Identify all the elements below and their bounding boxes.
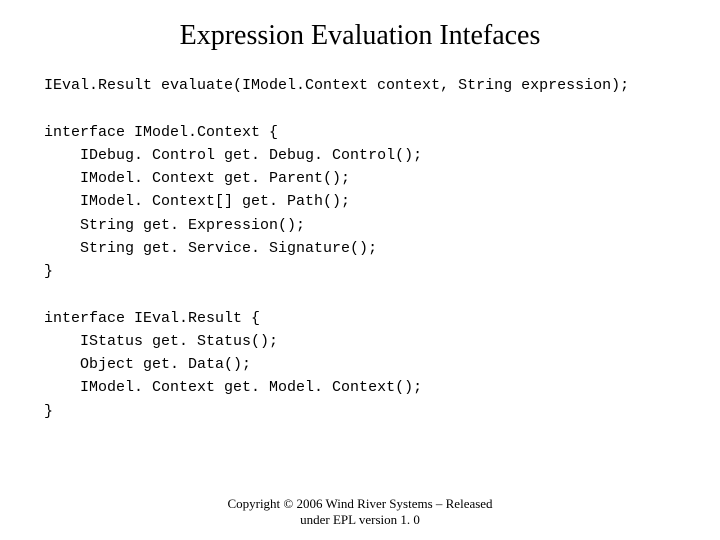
code-line: String get. Service. Signature();: [80, 240, 377, 257]
code-line: Object get. Data();: [80, 356, 251, 373]
code-line: }: [44, 403, 53, 420]
footer-line: Copyright © 2006 Wind River Systems – Re…: [0, 496, 720, 512]
code-block: IEval.Result evaluate(IModel.Context con…: [0, 60, 720, 423]
code-line: IStatus get. Status();: [80, 333, 278, 350]
code-line: interface IModel.Context {: [44, 124, 278, 141]
code-line: }: [44, 263, 53, 280]
slide-title: Expression Evaluation Intefaces: [0, 0, 720, 60]
code-line: IDebug. Control get. Debug. Control();: [80, 147, 422, 164]
footer-line: under EPL version 1. 0: [0, 512, 720, 528]
slide: Expression Evaluation Intefaces IEval.Re…: [0, 0, 720, 540]
code-line: IEval.Result evaluate(IModel.Context con…: [44, 77, 629, 94]
code-line: interface IEval.Result {: [44, 310, 260, 327]
code-line: String get. Expression();: [80, 217, 305, 234]
code-line: IModel. Context get. Model. Context();: [80, 379, 422, 396]
footer: Copyright © 2006 Wind River Systems – Re…: [0, 496, 720, 529]
code-line: IModel. Context[] get. Path();: [80, 193, 350, 210]
code-line: IModel. Context get. Parent();: [80, 170, 350, 187]
